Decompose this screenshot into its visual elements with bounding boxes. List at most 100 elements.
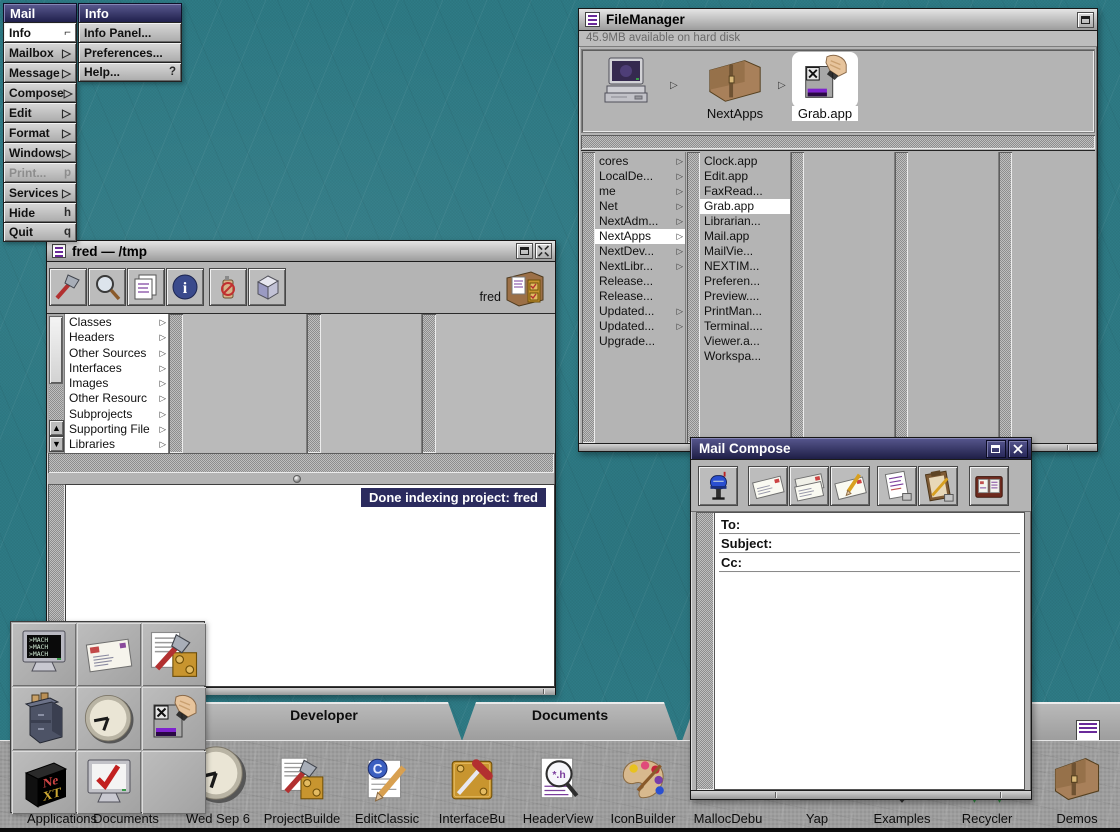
tile-preferences[interactable] <box>77 751 141 814</box>
menu-item-print[interactable]: Print...p <box>3 162 77 182</box>
close-button[interactable] <box>1008 440 1028 458</box>
file-row[interactable]: LocalDe...▷ <box>595 169 685 184</box>
filemanager-window[interactable]: FileManager 45.9MB available on hard dis… <box>578 8 1098 452</box>
scrollbar-track[interactable] <box>49 386 63 420</box>
scrollbar-knob[interactable] <box>49 316 63 384</box>
menu-item-help[interactable]: Help...? <box>78 62 182 82</box>
file-row[interactable]: Preview.... <box>700 289 790 304</box>
attach-document-button[interactable] <box>877 466 917 506</box>
category-row[interactable]: Other Sources▷ <box>65 346 168 361</box>
file-row[interactable]: FaxRead... <box>700 184 790 199</box>
tile-next-logo[interactable]: Ne XT <box>12 751 76 814</box>
category-row[interactable]: Other Resourc▷ <box>65 391 168 406</box>
file-row[interactable]: NextLibr...▷ <box>595 259 685 274</box>
shelf-grab-selected-tile[interactable] <box>792 52 858 108</box>
menu-item-preferences[interactable]: Preferences... <box>78 42 182 62</box>
file-row[interactable]: Terminal.... <box>700 319 790 334</box>
scroll-strip[interactable] <box>791 152 804 443</box>
forward-button[interactable] <box>830 466 870 506</box>
category-row[interactable]: Subprojects▷ <box>65 407 168 422</box>
file-row[interactable]: Updated...▷ <box>595 304 685 319</box>
shelf-nextapps-icon[interactable] <box>704 54 766 104</box>
file-row-selected[interactable]: Grab.app <box>700 199 790 214</box>
build-button[interactable] <box>49 268 87 306</box>
find-button[interactable] <box>88 268 126 306</box>
new-letter-button[interactable] <box>748 466 788 506</box>
scroll-down-button[interactable]: ▼ <box>49 436 64 452</box>
menu-item-info-panel[interactable]: Info Panel... <box>78 22 182 42</box>
files-button[interactable] <box>127 268 165 306</box>
file-row[interactable]: Release... <box>595 289 685 304</box>
tile-empty[interactable] <box>142 751 206 814</box>
menu-item-edit[interactable]: Edit▷ <box>3 102 77 122</box>
scroll-strip[interactable] <box>999 152 1012 443</box>
file-row[interactable]: cores▷ <box>595 154 685 169</box>
file-row[interactable]: Librarian... <box>700 214 790 229</box>
reply-button[interactable] <box>789 466 829 506</box>
menu-item-windows[interactable]: Windows▷ <box>3 142 77 162</box>
tile-projectbuilder[interactable] <box>142 623 206 686</box>
category-row[interactable]: Libraries▷ <box>65 437 168 452</box>
message-body[interactable] <box>715 575 1024 789</box>
scroll-strip[interactable] <box>307 314 321 453</box>
file-row[interactable]: Updated...▷ <box>595 319 685 334</box>
menu-item-mailbox[interactable]: Mailbox▷ <box>3 42 77 62</box>
file-row[interactable]: Workspa... <box>700 349 790 364</box>
package-button[interactable] <box>248 268 286 306</box>
clean-button[interactable] <box>209 268 247 306</box>
tab-documents[interactable]: Documents <box>462 702 678 741</box>
deliver-button[interactable] <box>698 466 738 506</box>
dock-icon-iconbuilder[interactable] <box>618 754 668 804</box>
scroll-up-button[interactable]: ▲ <box>49 420 64 436</box>
file-row-selected[interactable]: NextApps▷ <box>595 229 685 244</box>
scroll-strip[interactable] <box>895 152 908 443</box>
scroll-strip[interactable] <box>687 152 700 443</box>
file-row[interactable]: Mail.app <box>700 229 790 244</box>
category-row[interactable]: Images▷ <box>65 376 168 391</box>
shelf-computer-icon[interactable] <box>597 56 657 112</box>
miniaturize-button[interactable] <box>1077 12 1094 28</box>
category-row[interactable]: Classes▷ <box>65 315 168 330</box>
category-row[interactable]: Headers▷ <box>65 330 168 345</box>
mailcompose-window[interactable]: Mail Compose <box>690 437 1032 800</box>
menu-item-quit[interactable]: Quitq <box>3 222 77 242</box>
tile-terminal[interactable]: >MACH >MACH >MACH <box>12 623 76 686</box>
file-row[interactable]: NextDev...▷ <box>595 244 685 259</box>
tile-clock[interactable] <box>77 687 141 750</box>
tile-mail[interactable] <box>77 623 141 686</box>
file-row[interactable]: Net▷ <box>595 199 685 214</box>
addresses-button[interactable] <box>969 466 1009 506</box>
field-to[interactable]: To: <box>715 515 1024 534</box>
tile-cabinet[interactable] <box>12 687 76 750</box>
menu-item-message[interactable]: Message▷ <box>3 62 77 82</box>
info-submenu-title[interactable]: Info <box>78 3 182 22</box>
mail-menu-title[interactable]: Mail <box>3 3 77 22</box>
category-scrollbar[interactable]: ▲ ▼ <box>48 314 65 453</box>
filemanager-titlebar[interactable]: FileManager <box>579 9 1097 31</box>
scroll-strip[interactable] <box>422 314 436 453</box>
field-subject[interactable]: Subject: <box>715 534 1024 553</box>
file-row[interactable]: Release... <box>595 274 685 289</box>
file-row[interactable]: NEXTIM... <box>700 259 790 274</box>
file-row[interactable]: Preferen... <box>700 274 790 289</box>
tile-grab[interactable] <box>142 687 206 750</box>
file-row[interactable]: Edit.app <box>700 169 790 184</box>
menu-item-format[interactable]: Format▷ <box>3 122 77 142</box>
mini-window-icon[interactable] <box>1076 720 1100 741</box>
category-row[interactable]: Interfaces▷ <box>65 361 168 376</box>
file-row[interactable]: NextAdm...▷ <box>595 214 685 229</box>
dock-icon-projectbuilder[interactable] <box>277 754 327 804</box>
dock-icon-demos[interactable] <box>1049 750 1105 806</box>
scroll-strip[interactable] <box>169 314 183 453</box>
dock-icon-editclassic[interactable]: C <box>362 754 412 804</box>
horizontal-resize-strip[interactable] <box>48 453 554 473</box>
file-row[interactable]: Clock.app <box>700 154 790 169</box>
dock-icon-interfacebuilder[interactable] <box>447 754 497 804</box>
splitter-dimple[interactable] <box>293 475 301 483</box>
menu-item-hide[interactable]: Hideh <box>3 202 77 222</box>
file-row[interactable]: Upgrade... <box>595 334 685 349</box>
scroll-strip[interactable] <box>582 152 595 443</box>
shelf-resize-strip[interactable] <box>581 135 1095 149</box>
miniaturize-button[interactable] <box>986 440 1006 458</box>
menu-item-compose[interactable]: Compose▷ <box>3 82 77 102</box>
